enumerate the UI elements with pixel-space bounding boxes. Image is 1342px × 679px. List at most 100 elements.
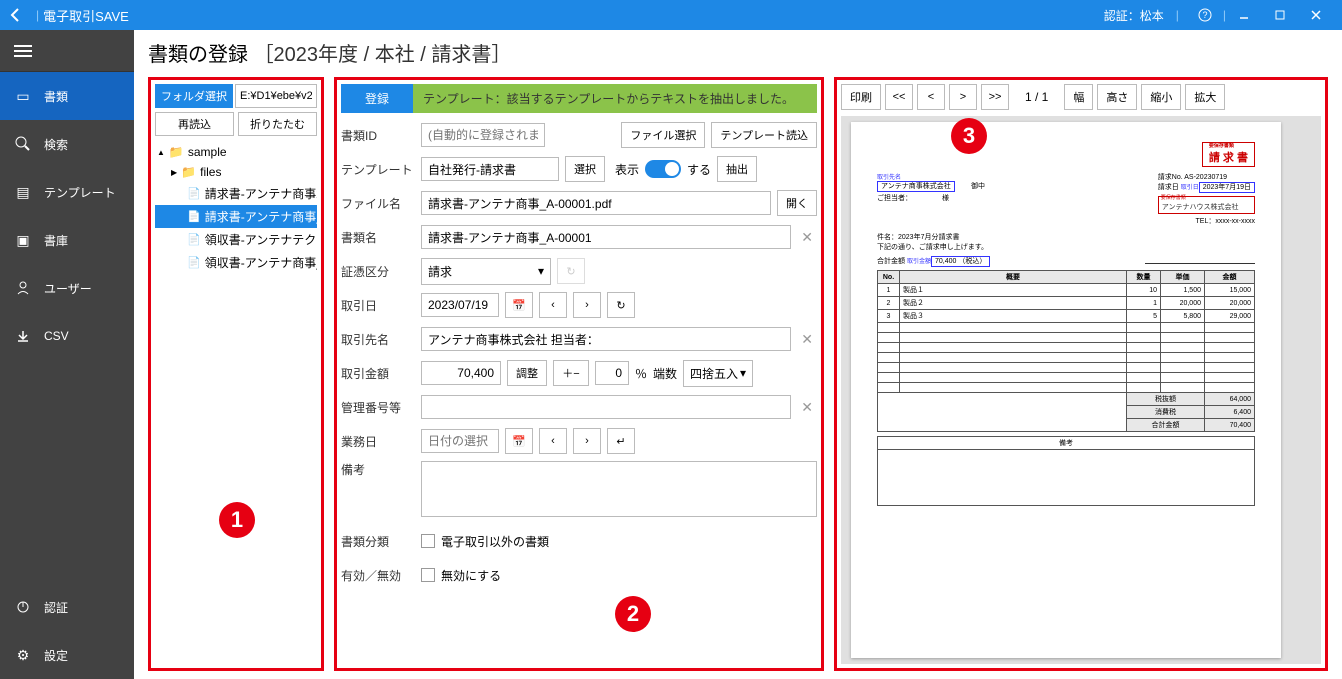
enter-icon[interactable]: ↵ [607,428,635,454]
file-select-button[interactable]: ファイル選択 [621,122,705,148]
folder-path-input[interactable] [235,84,317,108]
show-label: 表示 [615,161,639,178]
titlebar: | 電子取引SAVE 認証：松本 | ? | [0,0,1342,30]
enable-checkbox-label: 無効にする [441,567,501,584]
evidence-select[interactable]: 請求▾ [421,258,551,285]
panel-folder-tree: フォルダ選択 再読込 折りたたむ ▲📁sample ▶📁files 📄請求書-ア… [148,77,324,671]
mgmt-no-input[interactable] [421,395,791,419]
label-mgmt-no: 管理番号等 [341,399,415,416]
minimize-icon[interactable] [1226,0,1262,30]
panel-form: 登録 テンプレート：該当するテンプレートからテキストを抽出しました。 書類ID … [334,77,824,671]
file-name-input[interactable] [421,191,771,215]
tree-file[interactable]: 📄領収書-アンテナテクノロ [155,228,317,251]
sidebar-item-archive[interactable]: ▣ 書庫 [0,216,134,264]
invoice-line-table: No.概要数量単価金額 1製品１101,50015,000 2製品２120,00… [877,270,1255,432]
next-page-button[interactable]: > [949,84,977,110]
tree-file[interactable]: 📄領収書-アンテナ商事_A [155,251,317,274]
template-load-button[interactable]: テンプレート読込 [711,122,817,148]
back-icon[interactable] [8,7,24,23]
tree-file[interactable]: 📄請求書-アンテナ商事_A [155,205,317,228]
tree-folder[interactable]: ▶📁files [155,162,317,182]
collapse-button[interactable]: 折りたたむ [238,112,317,136]
remarks-textarea[interactable] [421,461,817,517]
invoice-issuer: 要保存書類 アンテナハウス株式会社 [1158,196,1255,214]
sidebar-item-settings[interactable]: ⚙ 設定 [0,631,134,679]
extract-button[interactable]: 抽出 [717,156,757,182]
archive-icon: ▣ [14,231,32,249]
sidebar-label: 書類 [44,88,68,105]
prev-icon[interactable]: ‹ [539,428,567,454]
next-icon[interactable]: › [573,292,601,318]
doc-class-checkbox-label: 電子取引以外の書類 [441,533,549,550]
zoom-in-button[interactable]: 拡大 [1185,84,1225,110]
adjust-button[interactable]: 調整 [507,360,547,386]
prev-page-button[interactable]: < [917,84,945,110]
show-toggle[interactable] [645,160,681,178]
chevron-down-icon: ▾ [538,264,544,278]
last-page-button[interactable]: >> [981,84,1009,110]
help-icon[interactable]: ? [1187,0,1223,30]
document-preview: 3 要保存書類 請 求 書 取引先名 アンテナ商事株式会社 [841,116,1321,664]
pct-input[interactable] [595,361,629,385]
template-input[interactable] [421,157,559,181]
sidebar-item-documents[interactable]: ▭ 書類 [0,72,134,120]
prev-icon[interactable]: ‹ [539,292,567,318]
doc-class-checkbox[interactable] [421,534,435,548]
download-icon [14,327,32,345]
folder-select-button[interactable]: フォルダ選択 [155,84,233,108]
badge-1: 1 [219,502,255,538]
folder-icon: 📁 [181,165,196,179]
maximize-icon[interactable] [1262,0,1298,30]
pct-label: ％ [635,365,647,382]
amount-input[interactable] [421,361,501,385]
sidebar-label: 検索 [44,136,68,153]
sidebar-item-template[interactable]: ▤ テンプレート [0,168,134,216]
tree-folder[interactable]: ▲📁sample [155,142,317,162]
plus-minus-button[interactable]: ＋− [553,360,589,386]
auth-label: 認証：松本 [1104,7,1164,24]
fit-width-button[interactable]: 幅 [1064,84,1093,110]
refresh-icon[interactable]: ↻ [607,292,635,318]
sidebar-item-auth[interactable]: 認証 [0,583,134,631]
next-icon[interactable]: › [573,428,601,454]
folder-icon: 📁 [169,145,184,159]
fit-height-button[interactable]: 高さ [1097,84,1137,110]
template-icon: ▤ [14,183,32,201]
doc-name-input[interactable] [421,225,791,249]
hamburger-button[interactable] [0,30,134,72]
calendar-icon[interactable]: 📅 [505,292,533,318]
enable-checkbox[interactable] [421,568,435,582]
gear-icon: ⚙ [14,646,32,664]
suru-label: する [687,161,711,178]
txn-date-input[interactable] [421,293,499,317]
status-message: テンプレート：該当するテンプレートからテキストを抽出しました。 [413,84,817,113]
print-button[interactable]: 印刷 [841,84,881,110]
clear-icon[interactable]: ✕ [797,331,817,348]
open-button[interactable]: 開く [777,190,817,216]
titlebar-separator: | [1176,8,1179,22]
search-icon [14,135,32,153]
sidebar-item-users[interactable]: ユーザー [0,264,134,312]
sidebar-item-search[interactable]: 検索 [0,120,134,168]
reload-button[interactable]: 再読込 [155,112,234,136]
pdf-icon: 📄 [187,233,201,246]
panel-preview: 印刷 << < > >> 1 / 1 幅 高さ 縮小 拡大 3 [834,77,1328,671]
titlebar-separator: | [36,8,39,22]
partner-input[interactable] [421,327,791,351]
register-button[interactable]: 登録 [341,84,413,113]
first-page-button[interactable]: << [885,84,913,110]
zoom-out-button[interactable]: 縮小 [1141,84,1181,110]
clear-icon[interactable]: ✕ [797,399,817,416]
clear-icon[interactable]: ✕ [797,229,817,246]
close-icon[interactable] [1298,0,1334,30]
invoice-document: 3 要保存書類 請 求 書 取引先名 アンテナ商事株式会社 [851,122,1281,658]
template-select-button[interactable]: 選択 [565,156,605,182]
sidebar-item-csv[interactable]: CSV [0,312,134,360]
power-icon [14,598,32,616]
calendar-icon[interactable]: 📅 [505,428,533,454]
fraction-select[interactable]: 四捨五入▾ [683,360,753,387]
tree-file[interactable]: 📄請求書-アンテナ商事2_ [155,182,317,205]
biz-date-input[interactable] [421,429,499,453]
badge-2: 2 [615,596,651,632]
sidebar-label: 書庫 [44,232,68,249]
